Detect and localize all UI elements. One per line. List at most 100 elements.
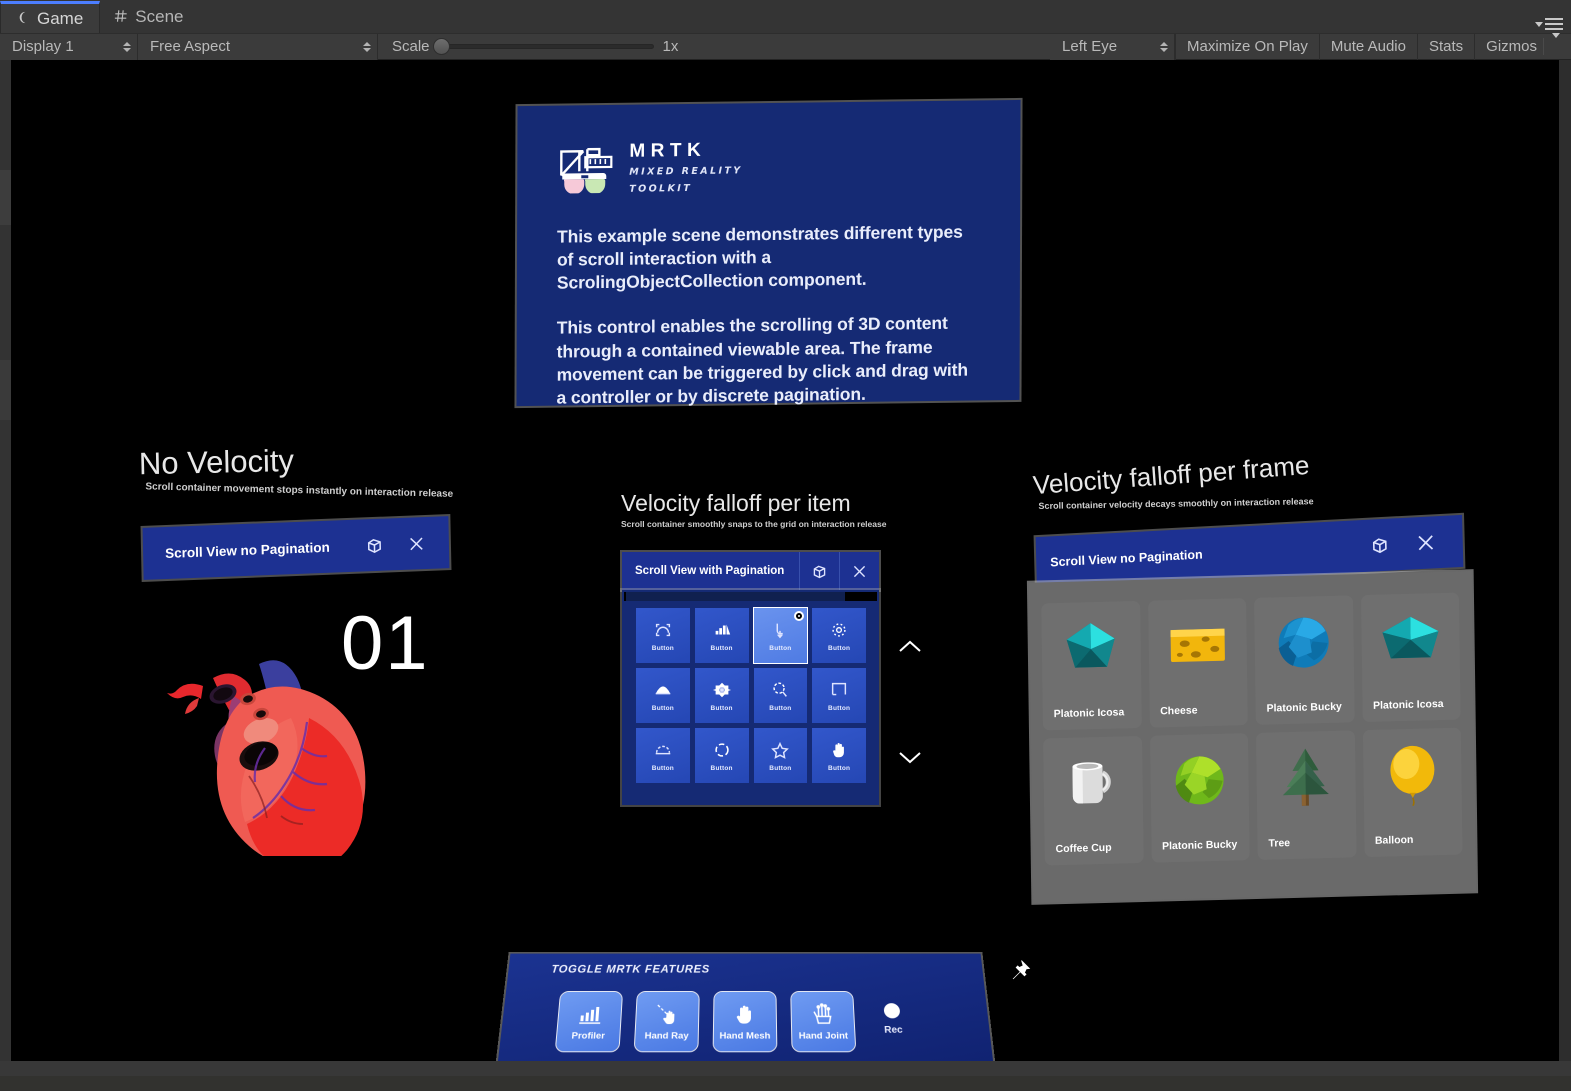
record-dot-icon xyxy=(883,1003,901,1019)
star-icon xyxy=(770,740,790,760)
grid-button-label: Button xyxy=(769,764,792,772)
balloon-yellow-icon xyxy=(1380,742,1445,808)
velocity-item-subtitle: Scroll container smoothly snaps to the g… xyxy=(621,519,887,529)
cube-follow-icon[interactable] xyxy=(799,552,839,590)
maximize-on-play-button[interactable]: Maximize On Play xyxy=(1175,33,1319,60)
object-card[interactable]: Platonic Bucky xyxy=(1149,733,1250,863)
object-card[interactable]: Platonic Bucky xyxy=(1254,595,1355,725)
viewport-left-gutter xyxy=(0,60,11,1076)
eye-dropdown[interactable]: Left Eye xyxy=(1050,33,1176,60)
grid-button-label: Button xyxy=(828,644,851,652)
object-card[interactable]: Coffee Cup xyxy=(1043,735,1144,866)
scale-slider[interactable] xyxy=(432,38,654,55)
close-x-icon[interactable] xyxy=(1402,516,1449,570)
hand-ray-icon xyxy=(654,1002,681,1027)
close-x-icon[interactable] xyxy=(394,517,437,571)
object-card[interactable]: Platonic Icosa xyxy=(1041,600,1142,731)
cube-follow-icon[interactable] xyxy=(1356,518,1403,572)
tab-game[interactable]: Game xyxy=(0,1,101,33)
gutter-notch xyxy=(0,170,11,225)
stats-button[interactable]: Stats xyxy=(1416,33,1474,60)
feature-buttons-row: Profiler Hand Ray Hand Mesh Hand Joint R… xyxy=(554,991,905,1053)
display-dropdown-label: Display 1 xyxy=(12,38,74,55)
grid-button-label: Button xyxy=(769,644,792,652)
grid-button[interactable]: Button xyxy=(636,608,690,663)
grid-icon xyxy=(114,9,128,26)
record-toggle[interactable]: Rec xyxy=(882,1003,904,1036)
grid-button[interactable]: Button xyxy=(812,668,866,723)
close-x-icon[interactable] xyxy=(839,552,879,590)
object-card[interactable]: Cheese xyxy=(1147,598,1248,728)
lowpoly-tree-green-icon xyxy=(1273,745,1338,811)
bounding-box-icon xyxy=(653,620,673,640)
object-card[interactable]: Platonic Icosa xyxy=(1360,592,1461,723)
chevron-updown-icon xyxy=(1160,41,1169,52)
object-card[interactable]: Tree xyxy=(1255,730,1357,860)
grid-button[interactable]: Button xyxy=(694,668,749,723)
button-grid: Button Button Button Button Button Butto… xyxy=(636,607,866,783)
mrtk-logo-subtitle-1: MIXED REALITY xyxy=(629,165,743,178)
profiler-toggle-button[interactable]: Profiler xyxy=(554,991,624,1053)
grid-button-selected[interactable]: Button xyxy=(752,607,809,664)
mute-audio-button[interactable]: Mute Audio xyxy=(1318,33,1417,60)
object-card[interactable]: Balloon xyxy=(1362,727,1463,858)
mrtk-wordmark: MRTK MIXED REALITY TOOLKIT xyxy=(629,139,743,197)
gizmos-button[interactable]: Gizmos xyxy=(1474,33,1571,60)
scroll-view-pagination-body[interactable]: Button Button Button Button Button Butto… xyxy=(622,590,879,805)
hand-icon xyxy=(829,740,849,760)
grid-button-label: Button xyxy=(651,704,674,712)
aspect-dropdown-label: Free Aspect xyxy=(150,38,231,55)
grid-button[interactable]: Button xyxy=(636,728,690,783)
grid-button[interactable]: Button xyxy=(812,728,866,783)
grid-button-label: Button xyxy=(710,704,733,712)
hand-mesh-toggle-button[interactable]: Hand Mesh xyxy=(712,991,778,1053)
cube-follow-icon[interactable] xyxy=(352,518,395,572)
grid-button-label: Button xyxy=(828,704,851,712)
object-card-label: Platonic Bucky xyxy=(1266,700,1342,715)
grid-button[interactable]: Button xyxy=(694,728,749,783)
cheese-wedge-yellow-icon xyxy=(1165,613,1230,679)
info-paragraph-2: This control enables the scrolling of 3D… xyxy=(556,313,969,408)
mrtk-info-slate: MRTK MIXED REALITY TOOLKIT This example … xyxy=(516,99,1021,408)
mrtk-logo-title: MRTK xyxy=(629,139,707,162)
velocity-item-title: Velocity falloff per item xyxy=(621,490,851,516)
dome-icon xyxy=(653,740,673,760)
grid-button[interactable]: Button xyxy=(753,728,808,783)
window-scroll-view-with-pagination: Scroll View with Pagination xyxy=(622,552,879,590)
mrtk-toolkit-icon xyxy=(557,145,613,195)
aspect-dropdown[interactable]: Free Aspect xyxy=(138,33,378,60)
grid-button[interactable]: Button xyxy=(694,608,749,663)
game-viewport[interactable]: MRTK MIXED REALITY TOOLKIT This example … xyxy=(11,60,1559,1068)
scrollbar-thumb[interactable] xyxy=(626,592,845,601)
hand-joint-toggle-button[interactable]: Hand Joint xyxy=(790,991,857,1053)
gizmos-dropdown-arrow[interactable] xyxy=(1543,33,1560,55)
display-dropdown[interactable]: Display 1 xyxy=(0,33,138,60)
hand-joints-icon xyxy=(809,1002,836,1027)
editor-status-bar xyxy=(0,1061,1571,1076)
tab-scene-label: Scene xyxy=(135,7,184,26)
feature-bar-title: TOGGLE MRTK FEATURES xyxy=(550,964,710,976)
section-title-velocity-per-item: Velocity falloff per item Scroll contain… xyxy=(621,490,886,529)
pagination-up-button[interactable] xyxy=(897,638,923,661)
pagination-down-button[interactable] xyxy=(897,748,923,771)
scrollbar-track[interactable] xyxy=(624,592,877,601)
record-label: Rec xyxy=(883,1025,904,1036)
grid-button[interactable]: Button xyxy=(753,668,808,723)
grid-button[interactable]: Button xyxy=(636,668,690,723)
scale-slider-group: Scale 1x xyxy=(378,38,688,55)
touch-press-icon xyxy=(770,620,790,640)
velocity-frame-title: Velocity falloff per frame xyxy=(1031,449,1311,501)
object-scroll-panel[interactable]: Platonic Icosa Cheese Platonic Bucky Pla… xyxy=(1028,571,1477,903)
grid-button[interactable]: Button xyxy=(812,608,866,663)
hand-joint-label: Hand Joint xyxy=(798,1030,849,1042)
hand-ray-toggle-button[interactable]: Hand Ray xyxy=(633,991,700,1053)
tab-scene[interactable]: Scene xyxy=(100,1,199,33)
grid-button-label: Button xyxy=(651,644,674,652)
coffee-mug-white-icon xyxy=(1061,750,1126,816)
object-card-label: Platonic Icosa xyxy=(1053,706,1125,721)
profiler-label: Profiler xyxy=(571,1030,606,1042)
object-grid: Platonic Icosa Cheese Platonic Bucky Pla… xyxy=(1041,592,1463,866)
scale-slider-handle[interactable] xyxy=(432,38,450,55)
open-hand-icon xyxy=(732,1002,758,1027)
tabbar-menu-button[interactable] xyxy=(1535,18,1563,30)
